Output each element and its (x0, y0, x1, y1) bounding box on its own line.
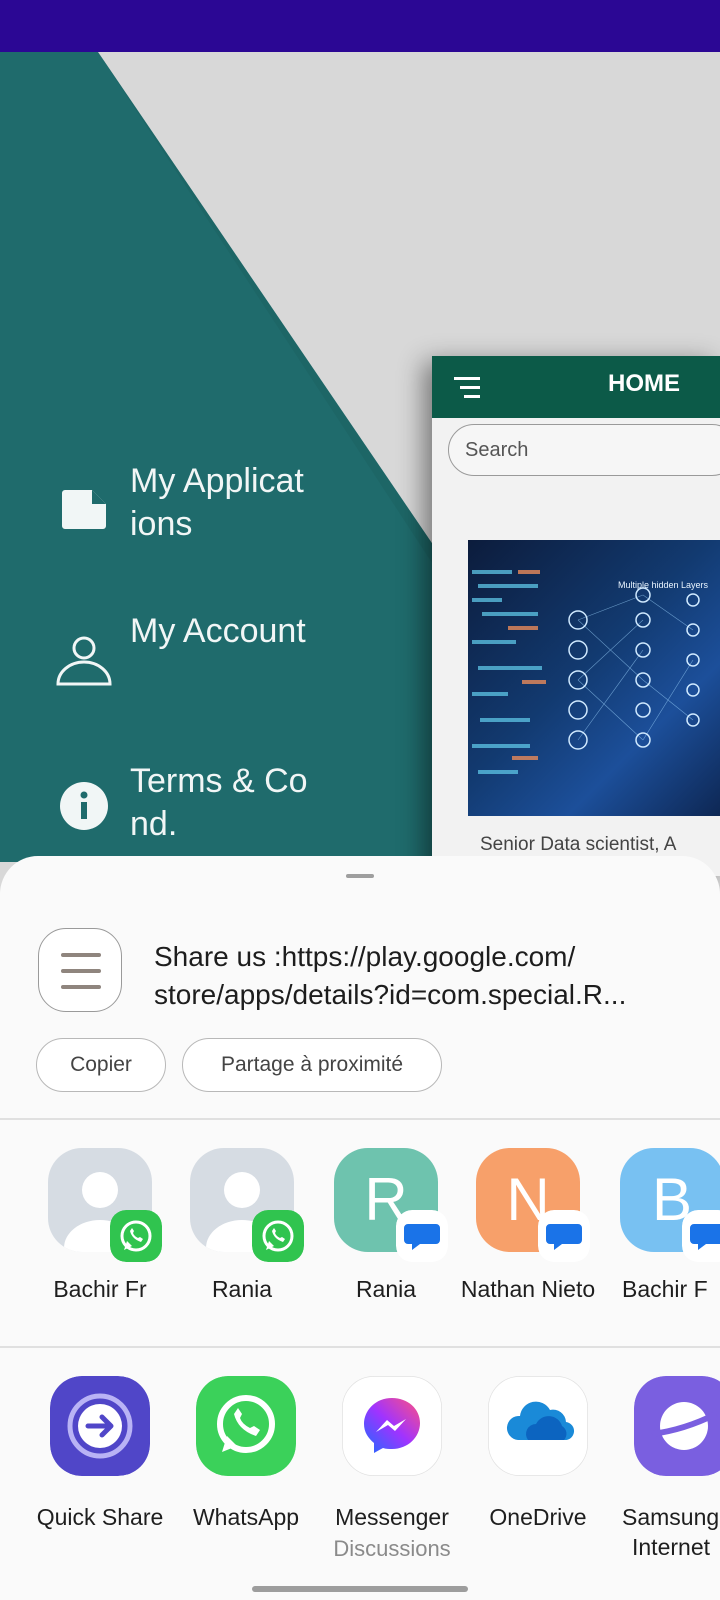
contact-name: Bachir F (622, 1276, 708, 1302)
page-title: HOME (608, 370, 680, 397)
app-whatsapp[interactable]: WhatsApp (172, 1376, 320, 1576)
search-input[interactable]: Search (448, 424, 720, 476)
app-name: WhatsApp (192, 1504, 300, 1530)
divider (0, 1118, 720, 1120)
card-caption: Senior Data scientist, A (480, 834, 677, 855)
drawer-item-label: My Account (130, 612, 306, 650)
share-text-line: Share us :https://play.google.com/ (154, 941, 576, 972)
info-icon (60, 782, 108, 830)
copy-button[interactable]: Copier (36, 1038, 166, 1092)
text-lines-icon (61, 953, 101, 989)
share-text: Share us :https://play.google.com/ store… (154, 938, 694, 1014)
messages-badge-icon (538, 1210, 590, 1262)
whatsapp-badge-icon (110, 1210, 162, 1262)
document-icon (62, 490, 106, 529)
contact-name: Bachir Fr (53, 1276, 147, 1302)
contact-rania-whatsapp[interactable]: Rania (172, 1148, 312, 1348)
drag-handle[interactable] (346, 874, 374, 878)
whatsapp-icon (196, 1376, 296, 1476)
messenger-icon (342, 1376, 442, 1476)
app-messenger[interactable]: Messenger Discussions (318, 1376, 466, 1576)
app-samsung-internet[interactable]: Samsung Internet (610, 1376, 720, 1576)
messages-badge-icon (396, 1210, 448, 1262)
divider (0, 1346, 720, 1348)
main-screen-preview[interactable]: HOME Search Multiple hidden Layers Senio… (432, 356, 720, 876)
neural-network-image: Multiple hidden Layers (472, 570, 709, 774)
status-bar (0, 0, 720, 52)
quick-share-icon (50, 1376, 150, 1476)
search-placeholder: Search (465, 439, 529, 461)
contact-nathan-nieto[interactable]: N Nathan Nieto (458, 1148, 598, 1348)
app-toolbar: HOME (432, 356, 720, 418)
app-name: Samsung (622, 1504, 720, 1530)
drawer-item-my-account[interactable]: My Account (0, 610, 430, 720)
whatsapp-badge-icon (252, 1210, 304, 1262)
contact-rania-messages[interactable]: R Rania (316, 1148, 456, 1348)
contact-name: Nathan Nieto (460, 1276, 596, 1302)
image-label: Multiple hidden Layers (618, 580, 709, 590)
app-onedrive[interactable]: OneDrive (464, 1376, 612, 1576)
nearby-share-button[interactable]: Partage à proximité (182, 1038, 442, 1092)
app-name: Messenger (335, 1504, 449, 1530)
samsung-internet-icon (634, 1376, 720, 1476)
onedrive-icon (488, 1376, 588, 1476)
share-text-line: store/apps/details?id=com.special.R... (154, 979, 627, 1010)
drawer-item-label: My Applications (130, 462, 304, 543)
drawer-item-label: Terms & Cond. (130, 762, 308, 843)
contact-name: Rania (211, 1276, 273, 1302)
share-content-thumbnail (38, 928, 122, 1012)
drawer-item-my-applications[interactable]: My Applications (0, 460, 430, 570)
contact-bachir-fr[interactable]: Bachir Fr (30, 1148, 170, 1348)
app-quick-share[interactable]: Quick Share (26, 1376, 174, 1576)
share-sheet: Share us :https://play.google.com/ store… (0, 856, 720, 1600)
app-name: OneDrive (489, 1504, 587, 1530)
menu-icon[interactable] (454, 376, 484, 400)
gesture-bar[interactable] (252, 1586, 468, 1592)
app-name: Quick Share (36, 1504, 164, 1530)
app-subtitle: Discussions (333, 1536, 451, 1561)
person-icon (56, 636, 112, 686)
drawer-item-terms[interactable]: Terms & Cond. (0, 760, 430, 870)
contact-bachir-f[interactable]: B Bachir F (602, 1148, 720, 1348)
contact-name: Rania (355, 1276, 417, 1302)
card-image[interactable]: Multiple hidden Layers (468, 540, 720, 816)
app-name-line2: Internet (632, 1534, 710, 1560)
messages-badge-icon (682, 1210, 720, 1262)
